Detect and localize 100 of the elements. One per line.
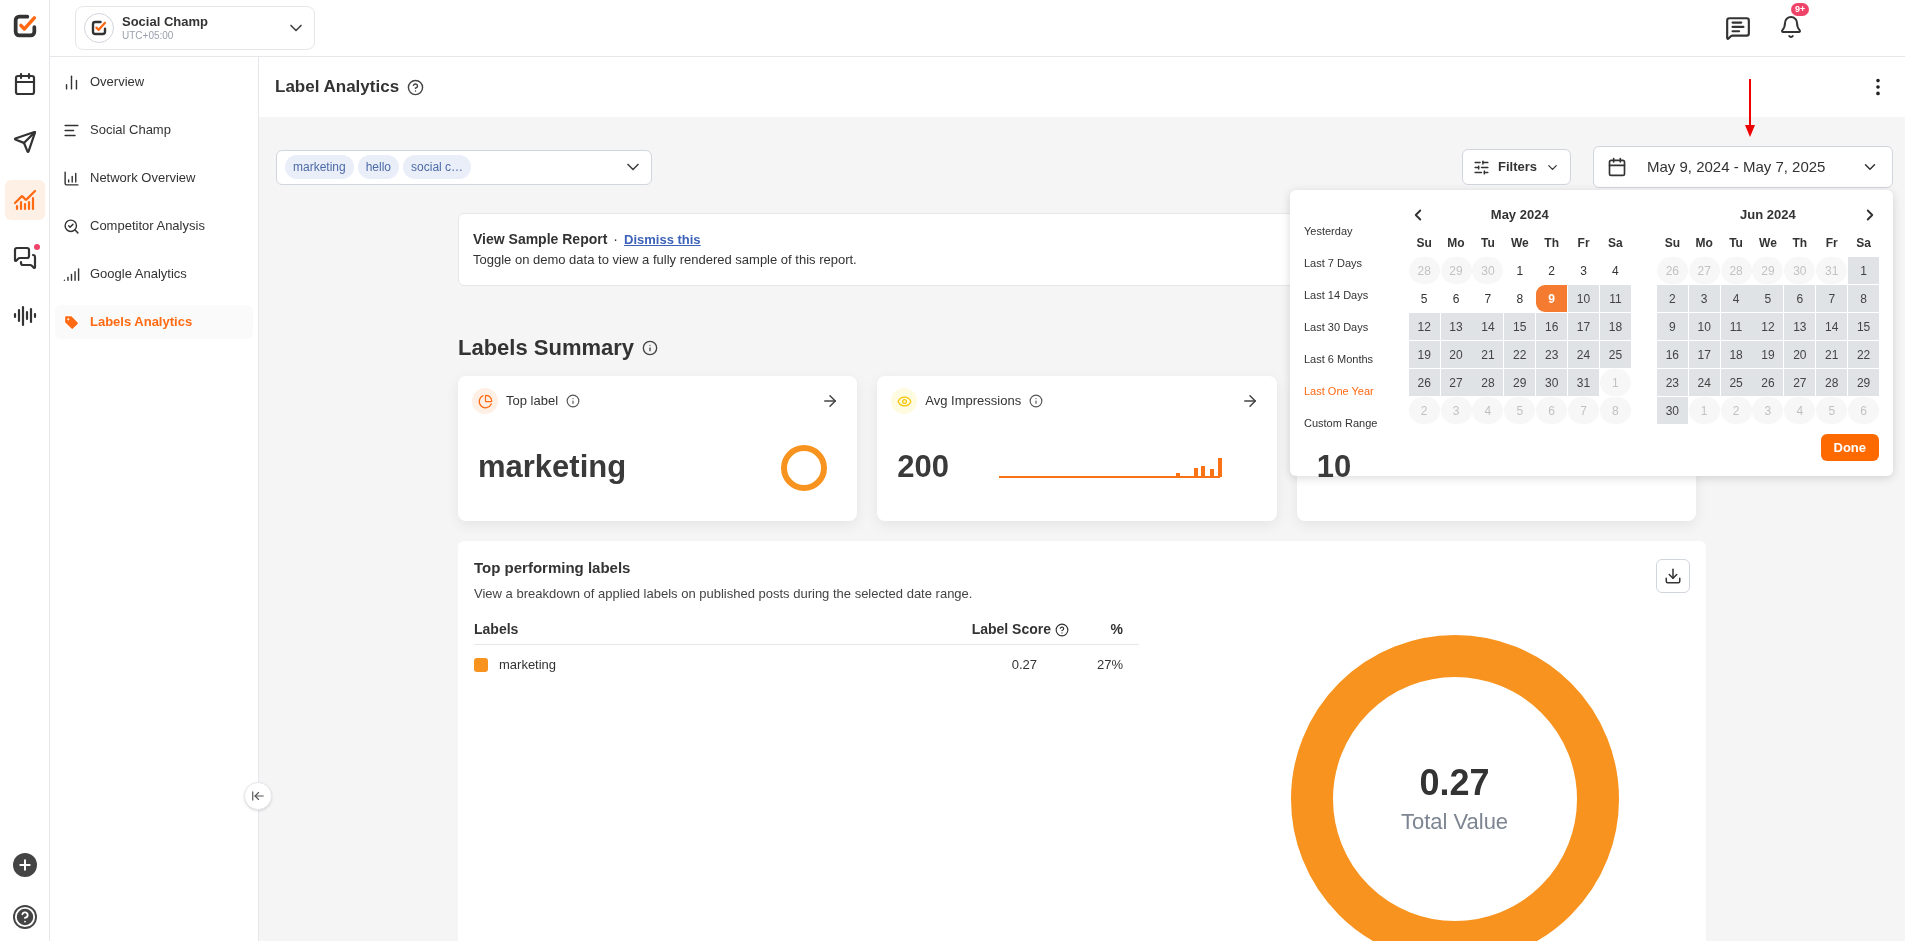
calendar-day[interactable]: 16 (1656, 341, 1688, 368)
info-icon[interactable] (566, 394, 581, 408)
weekday-label: Mo (1694, 235, 1714, 252)
dismiss-link[interactable]: Dismiss this (624, 230, 701, 250)
weekday-label: Su (1663, 235, 1681, 252)
sidebar-item[interactable]: Network Overview (55, 161, 253, 195)
calendar-day[interactable]: 30 (1656, 397, 1688, 424)
collapse-button[interactable] (244, 782, 272, 810)
pie-chart-icon (472, 388, 498, 414)
calendar-day[interactable]: 18 (1720, 341, 1752, 368)
calendar-day[interactable]: 15 (1504, 313, 1536, 340)
help-icon[interactable] (407, 78, 425, 96)
calendar-day[interactable]: 13 (1784, 313, 1816, 340)
help-icon (13, 906, 36, 928)
section-title: Labels Summary (458, 334, 635, 362)
label-tag: social c… (403, 155, 472, 179)
calendar-day[interactable]: 23 (1656, 369, 1688, 396)
calendar-day[interactable]: 9 (1656, 313, 1688, 340)
sidebar-item[interactable]: Social Champ (55, 113, 253, 147)
calendar-day[interactable]: 17 (1688, 341, 1720, 368)
calendar-day[interactable]: 3 (1568, 257, 1600, 284)
date-preset[interactable]: Last 6 Months (1304, 346, 1374, 372)
weekday-label: Fr (1824, 235, 1839, 252)
calendar-day[interactable]: 28 (1816, 369, 1848, 396)
calendar-day[interactable]: 17 (1568, 313, 1600, 340)
calendar-day[interactable]: 5 (1752, 285, 1784, 312)
calendar-day[interactable]: 26 (1752, 369, 1784, 396)
calendar-day[interactable]: 16 (1536, 313, 1568, 340)
help-icon[interactable] (1055, 622, 1069, 637)
calendar-day[interactable]: 14 (1472, 313, 1504, 340)
calendar-day[interactable]: 26 (1408, 369, 1440, 396)
calendar-day[interactable]: 7 (1472, 285, 1504, 312)
calendar-day[interactable]: 6 (1784, 285, 1816, 312)
calendar-day[interactable]: 13 (1440, 313, 1472, 340)
calendar-day[interactable]: 30 (1536, 369, 1568, 396)
calendar-day[interactable]: 12 (1408, 313, 1440, 340)
help-button[interactable] (12, 905, 37, 929)
calendar-day[interactable]: 11 (1599, 285, 1631, 312)
arrow-drawing (1744, 79, 1756, 139)
calendar-day[interactable]: 28 (1472, 369, 1504, 396)
calendar-day[interactable]: 15 (1848, 313, 1880, 340)
calendar-day[interactable]: 21 (1472, 341, 1504, 368)
date-preset[interactable]: Yesterday (1304, 218, 1353, 244)
calendar-day[interactable]: 29 (1848, 369, 1880, 396)
sidebar-item[interactable]: Google Analytics (55, 257, 253, 291)
calendar-day[interactable]: 21 (1816, 341, 1848, 368)
calendar-day[interactable]: 25 (1720, 369, 1752, 396)
download-button[interactable] (1656, 559, 1690, 593)
calendar-day[interactable]: 12 (1752, 313, 1784, 340)
date-preset[interactable]: Last 7 Days (1304, 250, 1363, 276)
bell-icon[interactable] (1779, 15, 1803, 39)
calendar-day[interactable]: 7 (1816, 285, 1848, 312)
calendar-day[interactable]: 20 (1440, 341, 1472, 368)
calendar-day[interactable]: 22 (1848, 341, 1880, 368)
calendar-day[interactable]: 2 (1536, 257, 1568, 284)
calendar-day[interactable]: 4 (1599, 257, 1631, 284)
calendar-day[interactable]: 20 (1784, 341, 1816, 368)
date-range-button[interactable]: May 9, 2024 - May 7, 2025 (1593, 146, 1893, 188)
calendar-day[interactable]: 23 (1536, 341, 1568, 368)
add-button[interactable] (12, 853, 37, 877)
calendar-day[interactable]: 19 (1408, 341, 1440, 368)
weekday-label: Tu (1480, 235, 1496, 252)
calendar-day[interactable]: 11 (1720, 313, 1752, 340)
calendar-day[interactable]: 29 (1504, 369, 1536, 396)
calendar-day[interactable]: 4 (1720, 285, 1752, 312)
label-select[interactable]: marketing hello social c… (276, 149, 652, 185)
calendar-day[interactable]: 6 (1440, 285, 1472, 312)
message-edit-icon[interactable] (1725, 15, 1751, 41)
info-icon[interactable] (1029, 394, 1044, 408)
calendar-day[interactable]: 27 (1784, 369, 1816, 396)
account-selector[interactable]: Social Champ UTC+05:00 (75, 6, 315, 50)
calendar-day[interactable]: 24 (1568, 341, 1600, 368)
calendar-day[interactable]: 18 (1599, 313, 1631, 340)
filters-button[interactable]: Filters (1462, 149, 1571, 185)
calendar-day[interactable]: 24 (1688, 369, 1720, 396)
sidebar-item[interactable]: Overview (55, 65, 253, 99)
sidebar-item[interactable]: Competitor Analysis (55, 209, 253, 243)
date-preset[interactable]: Last 14 Days (1304, 282, 1369, 308)
page-title: Label Analytics (275, 76, 400, 99)
calendar-day[interactable]: 2 (1656, 285, 1688, 312)
card-title: Top label (506, 392, 559, 411)
info-icon[interactable] (642, 339, 659, 356)
calendar-day[interactable]: 14 (1816, 313, 1848, 340)
calendar-day[interactable]: 1 (1848, 257, 1880, 284)
calendar-day[interactable]: 22 (1504, 341, 1536, 368)
weekday-label: Fr (1576, 235, 1591, 252)
calendar-day[interactable]: 31 (1568, 369, 1600, 396)
date-preset[interactable]: Custom Range (1304, 410, 1378, 436)
calendar-day[interactable]: 8 (1848, 285, 1880, 312)
calendar-day[interactable]: 25 (1599, 341, 1631, 368)
date-preset[interactable]: Last 30 Days (1304, 314, 1369, 340)
table-cell-text: 0.27 (1010, 656, 1038, 675)
calendar-day[interactable]: 3 (1688, 285, 1720, 312)
calendar-day[interactable]: 10 (1568, 285, 1600, 312)
calendar-day[interactable]: 27 (1440, 369, 1472, 396)
calendar-day[interactable]: 19 (1752, 341, 1784, 368)
calendar-day[interactable]: 10 (1688, 313, 1720, 340)
calendar-day[interactable]: 5 (1408, 285, 1440, 312)
calendar-day[interactable]: 8 (1504, 285, 1536, 312)
calendar-day[interactable]: 1 (1504, 257, 1536, 284)
